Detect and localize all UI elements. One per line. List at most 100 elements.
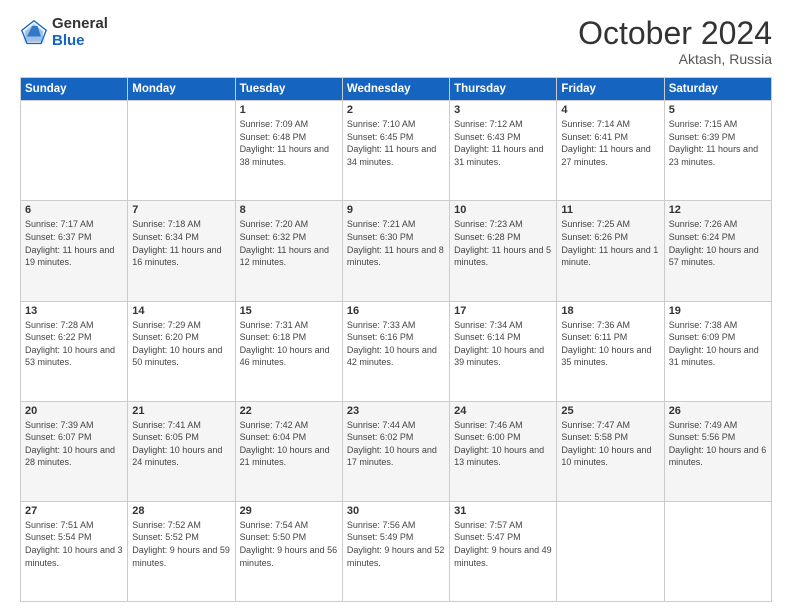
- cell-day-number: 31: [454, 505, 552, 517]
- table-row: 1Sunrise: 7:09 AMSunset: 6:48 PMDaylight…: [235, 101, 342, 201]
- cell-info: Sunrise: 7:57 AMSunset: 5:47 PMDaylight:…: [454, 519, 552, 569]
- table-row: [664, 501, 771, 601]
- col-saturday: Saturday: [664, 78, 771, 101]
- cell-day-number: 27: [25, 505, 123, 517]
- cell-info: Sunrise: 7:25 AMSunset: 6:26 PMDaylight:…: [561, 218, 659, 268]
- cell-day-number: 25: [561, 405, 659, 417]
- table-row: 7 Sunrise: 7:18 AMSunset: 6:34 PMDaylight…: [128, 201, 235, 301]
- table-row: 24 Sunrise: 7:46 AMSunset: 6:00 PMDayligh…: [450, 401, 557, 501]
- cell-info: Sunrise: 7:18 AMSunset: 6:34 PMDaylight:…: [132, 218, 230, 268]
- cell-day-number: 17: [454, 305, 552, 317]
- cell-day-number: 11: [561, 204, 659, 216]
- cell-day-number: 30: [347, 505, 445, 517]
- calendar-table: Sunday Monday Tuesday Wednesday Thursday…: [20, 77, 772, 602]
- cell-info: Sunrise: 7:39 AMSunset: 6:07 PMDaylight:…: [25, 419, 123, 469]
- table-row: 10 Sunrise: 7:23 AMSunset: 6:28 PMDayligh…: [450, 201, 557, 301]
- table-row: 27 Sunrise: 7:51 AMSunset: 5:54 PMDayligh…: [21, 501, 128, 601]
- cell-info: Sunrise: 7:33 AMSunset: 6:16 PMDaylight:…: [347, 319, 445, 369]
- cell-day-number: 5: [669, 104, 767, 116]
- cell-info: Sunrise: 7:21 AMSunset: 6:30 PMDaylight:…: [347, 218, 445, 268]
- calendar-week-1: 1Sunrise: 7:09 AMSunset: 6:48 PMDaylight…: [21, 101, 772, 201]
- cell-info: Sunrise: 7:41 AMSunset: 6:05 PMDaylight:…: [132, 419, 230, 469]
- logo: General Blue: [20, 16, 108, 49]
- cell-info: Sunrise: 7:15 AMSunset: 6:39 PMDaylight:…: [669, 118, 767, 168]
- cell-day-number: 16: [347, 305, 445, 317]
- cell-info: Sunrise: 7:36 AMSunset: 6:11 PMDaylight:…: [561, 319, 659, 369]
- cell-day-number: 13: [25, 305, 123, 317]
- table-row: 25 Sunrise: 7:47 AMSunset: 5:58 PMDayligh…: [557, 401, 664, 501]
- cell-info: Sunrise: 7:51 AMSunset: 5:54 PMDaylight:…: [25, 519, 123, 569]
- cell-info: Sunrise: 7:56 AMSunset: 5:49 PMDaylight:…: [347, 519, 445, 569]
- cell-day-number: 10: [454, 204, 552, 216]
- cell-day-number: 29: [240, 505, 338, 517]
- cell-info: Sunrise: 7:10 AMSunset: 6:45 PMDaylight:…: [347, 118, 445, 168]
- cell-info: Sunrise: 7:52 AMSunset: 5:52 PMDaylight:…: [132, 519, 230, 569]
- cell-day-number: 12: [669, 204, 767, 216]
- table-row: 21 Sunrise: 7:41 AMSunset: 6:05 PMDayligh…: [128, 401, 235, 501]
- cell-info: Sunrise: 7:49 AMSunset: 5:56 PMDaylight:…: [669, 419, 767, 469]
- col-friday: Friday: [557, 78, 664, 101]
- cell-info: Sunrise: 7:47 AMSunset: 5:58 PMDaylight:…: [561, 419, 659, 469]
- table-row: 16 Sunrise: 7:33 AMSunset: 6:16 PMDayligh…: [342, 301, 449, 401]
- cell-day-number: 23: [347, 405, 445, 417]
- logo-blue: Blue: [52, 33, 108, 50]
- table-row: [557, 501, 664, 601]
- cell-day-number: 2: [347, 104, 445, 116]
- table-row: 14 Sunrise: 7:29 AMSunset: 6:20 PMDayligh…: [128, 301, 235, 401]
- cell-day-number: 14: [132, 305, 230, 317]
- cell-info: Sunrise: 7:42 AMSunset: 6:04 PMDaylight:…: [240, 419, 338, 469]
- cell-day-number: 7: [132, 204, 230, 216]
- col-thursday: Thursday: [450, 78, 557, 101]
- cell-day-number: 3: [454, 104, 552, 116]
- cell-day-number: 9: [347, 204, 445, 216]
- calendar-header-row: Sunday Monday Tuesday Wednesday Thursday…: [21, 78, 772, 101]
- cell-info: Sunrise: 7:20 AMSunset: 6:32 PMDaylight:…: [240, 218, 338, 268]
- calendar-week-4: 20 Sunrise: 7:39 AMSunset: 6:07 PMDayligh…: [21, 401, 772, 501]
- title-month: October 2024: [578, 16, 772, 51]
- table-row: 4Sunrise: 7:14 AMSunset: 6:41 PMDaylight…: [557, 101, 664, 201]
- table-row: 22 Sunrise: 7:42 AMSunset: 6:04 PMDayligh…: [235, 401, 342, 501]
- cell-info: Sunrise: 7:17 AMSunset: 6:37 PMDaylight:…: [25, 218, 123, 268]
- table-row: 2 Sunrise: 7:10 AMSunset: 6:45 PMDaylight…: [342, 101, 449, 201]
- cell-info: Sunrise: 7:34 AMSunset: 6:14 PMDaylight:…: [454, 319, 552, 369]
- cell-day-number: 21: [132, 405, 230, 417]
- cell-day-number: 26: [669, 405, 767, 417]
- calendar-week-2: 6Sunrise: 7:17 AMSunset: 6:37 PMDaylight…: [21, 201, 772, 301]
- page: General Blue October 2024 Aktash, Russia…: [0, 0, 792, 612]
- table-row: 29 Sunrise: 7:54 AMSunset: 5:50 PMDayligh…: [235, 501, 342, 601]
- cell-info: Sunrise: 7:44 AMSunset: 6:02 PMDaylight:…: [347, 419, 445, 469]
- calendar-week-3: 13Sunrise: 7:28 AMSunset: 6:22 PMDayligh…: [21, 301, 772, 401]
- col-tuesday: Tuesday: [235, 78, 342, 101]
- table-row: 8 Sunrise: 7:20 AMSunset: 6:32 PMDaylight…: [235, 201, 342, 301]
- table-row: 17 Sunrise: 7:34 AMSunset: 6:14 PMDayligh…: [450, 301, 557, 401]
- cell-day-number: 24: [454, 405, 552, 417]
- col-sunday: Sunday: [21, 78, 128, 101]
- cell-day-number: 28: [132, 505, 230, 517]
- table-row: 30 Sunrise: 7:56 AMSunset: 5:49 PMDayligh…: [342, 501, 449, 601]
- cell-day-number: 22: [240, 405, 338, 417]
- table-row: [128, 101, 235, 201]
- cell-day-number: 8: [240, 204, 338, 216]
- cell-day-number: 18: [561, 305, 659, 317]
- cell-info: Sunrise: 7:54 AMSunset: 5:50 PMDaylight:…: [240, 519, 338, 569]
- cell-info: Sunrise: 7:23 AMSunset: 6:28 PMDaylight:…: [454, 218, 552, 268]
- cell-info: Sunrise: 7:38 AMSunset: 6:09 PMDaylight:…: [669, 319, 767, 369]
- cell-day-number: 4: [561, 104, 659, 116]
- table-row: 19 Sunrise: 7:38 AMSunset: 6:09 PMDayligh…: [664, 301, 771, 401]
- header: General Blue October 2024 Aktash, Russia: [20, 16, 772, 67]
- table-row: 31 Sunrise: 7:57 AMSunset: 5:47 PMDayligh…: [450, 501, 557, 601]
- table-row: 28 Sunrise: 7:52 AMSunset: 5:52 PMDayligh…: [128, 501, 235, 601]
- cell-info: Sunrise: 7:26 AMSunset: 6:24 PMDaylight:…: [669, 218, 767, 268]
- table-row: 12 Sunrise: 7:26 AMSunset: 6:24 PMDayligh…: [664, 201, 771, 301]
- cell-info: Sunrise: 7:29 AMSunset: 6:20 PMDaylight:…: [132, 319, 230, 369]
- cell-day-number: 19: [669, 305, 767, 317]
- cell-info: Sunrise: 7:12 AMSunset: 6:43 PMDaylight:…: [454, 118, 552, 168]
- cell-day-number: 20: [25, 405, 123, 417]
- title-block: October 2024 Aktash, Russia: [578, 16, 772, 67]
- table-row: 11 Sunrise: 7:25 AMSunset: 6:26 PMDayligh…: [557, 201, 664, 301]
- table-row: 5 Sunrise: 7:15 AMSunset: 6:39 PMDaylight…: [664, 101, 771, 201]
- table-row: 3 Sunrise: 7:12 AMSunset: 6:43 PMDaylight…: [450, 101, 557, 201]
- cell-info: Sunrise: 7:46 AMSunset: 6:00 PMDaylight:…: [454, 419, 552, 469]
- col-wednesday: Wednesday: [342, 78, 449, 101]
- table-row: 20 Sunrise: 7:39 AMSunset: 6:07 PMDayligh…: [21, 401, 128, 501]
